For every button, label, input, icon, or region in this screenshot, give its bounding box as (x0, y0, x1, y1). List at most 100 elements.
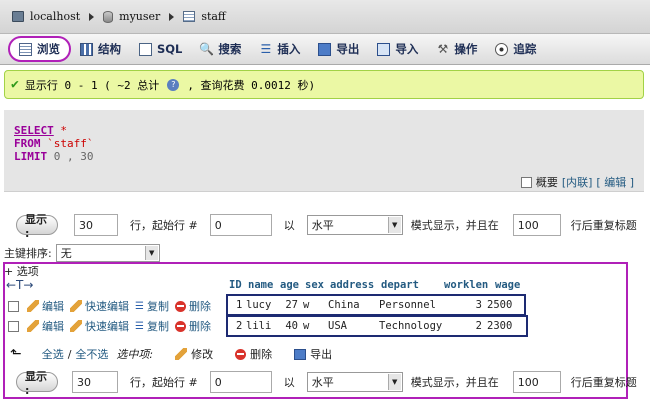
repeat-header-label: 行后重复标题 (570, 376, 637, 389)
mode-select[interactable]: 水平 ▼ (306, 215, 403, 235)
tab-import[interactable]: 导入 (368, 38, 427, 60)
row-checkbox[interactable] (8, 300, 19, 312)
tab-tracking[interactable]: 追踪 (486, 38, 545, 60)
bulk-export-button[interactable]: 导出 (294, 346, 332, 362)
column-header-sex[interactable]: sex (305, 279, 330, 291)
breadcrumb-server[interactable]: localhost (12, 10, 80, 23)
tab-browse[interactable]: 浏览 (8, 36, 71, 62)
cell-age: 40 (285, 320, 298, 332)
sql-code: SELECT * FROM `staff` LIMIT 0 , 30 (14, 124, 93, 163)
rows-input[interactable]: 30 (72, 371, 118, 393)
rows-input[interactable]: 30 (74, 214, 118, 236)
edit-row-label[interactable]: 编辑 (42, 318, 64, 334)
delete-row-button[interactable]: 删除 (174, 298, 211, 314)
cell-address: USA (328, 320, 347, 332)
sort-select[interactable]: 无 ▼ (55, 244, 160, 262)
tab-search[interactable]: 🔍 搜索 (191, 38, 250, 60)
copy-icon: ☰ (135, 320, 144, 332)
copy-row-label[interactable]: 复制 (147, 298, 169, 314)
quick-edit-label[interactable]: 快速编辑 (85, 298, 129, 314)
sql-table-name: `staff` (40, 137, 94, 150)
tab-export[interactable]: 导出 (309, 38, 368, 60)
cell-wage: 2300 (487, 320, 513, 332)
start-row-input[interactable]: 0 (209, 214, 272, 236)
cell-address: China (328, 299, 360, 311)
show-button[interactable]: 显示 : (16, 213, 58, 240)
column-arrows-icon[interactable]: ←T→ (6, 278, 33, 292)
search-icon: 🔍 (199, 42, 215, 56)
copy-row-label[interactable]: 复制 (147, 318, 169, 334)
breadcrumb-database-label[interactable]: myuser (119, 10, 160, 23)
column-header-wage[interactable]: wage (495, 279, 525, 291)
rows-label: 行，起始行 # (130, 219, 198, 232)
mode-select[interactable]: 水平 ▼ (306, 372, 403, 392)
row-data-highlight: 1 lucy 27 w China Personnel 3 2500 (226, 294, 526, 316)
quick-edit-row-button[interactable]: 快速编辑 (70, 318, 129, 334)
edit-row-button[interactable]: 编辑 (27, 298, 64, 314)
structure-icon (80, 42, 93, 56)
bulk-export-label[interactable]: 导出 (310, 346, 332, 362)
tab-search-label: 搜索 (218, 42, 242, 56)
cell-depart: Personnel (379, 299, 436, 311)
uncheck-all-link[interactable]: 全不选 (75, 346, 108, 362)
start-row-input[interactable]: 0 (209, 371, 272, 393)
repeat-header-input[interactable]: 100 (512, 371, 561, 393)
column-header-id[interactable]: ID (229, 279, 248, 291)
cell-wage: 2500 (487, 299, 513, 311)
pencil-icon (70, 320, 82, 332)
delete-row-label[interactable]: 删除 (189, 298, 211, 314)
bulk-change-button[interactable]: 修改 (175, 346, 213, 362)
breadcrumb-table[interactable]: staff (183, 10, 226, 23)
column-header-address[interactable]: address (330, 279, 381, 291)
inline-edit-link[interactable]: [内联] (562, 174, 593, 190)
mode-select-value: 水平 (311, 219, 334, 232)
sql-limit-args: 0 , 30 (47, 150, 94, 163)
delete-row-button[interactable]: 删除 (174, 318, 211, 334)
tab-sql[interactable]: SQL (130, 38, 191, 60)
cell-name: lili (246, 320, 272, 332)
bulk-delete-button[interactable]: 删除 (235, 346, 272, 362)
message-suffix: , 查询花费 0.0012 秒) (187, 78, 316, 92)
column-header-name[interactable]: name (248, 279, 280, 291)
breadcrumb-table-label[interactable]: staff (201, 10, 225, 23)
column-header-worklen[interactable]: worklen (444, 279, 495, 291)
table-row: 编辑 快速编辑 ☰ 复制 删除 (8, 296, 217, 316)
help-icon[interactable]: ? (167, 78, 180, 91)
sort-select-value: 无 (60, 247, 72, 260)
pencil-icon (27, 300, 39, 312)
options-link[interactable]: + 选项 (4, 263, 39, 279)
copy-row-button[interactable]: ☰ 复制 (135, 318, 169, 334)
bulk-delete-label[interactable]: 删除 (250, 346, 272, 362)
edit-row-label[interactable]: 编辑 (42, 298, 64, 314)
show-button[interactable]: 显示 : (16, 370, 58, 397)
mode-label: 以 (283, 219, 295, 232)
server-icon (12, 11, 24, 22)
repeat-header-input[interactable]: 100 (512, 214, 561, 236)
profile-checkbox[interactable] (520, 176, 532, 188)
row-checkbox[interactable] (8, 320, 19, 332)
column-header-age[interactable]: age (280, 279, 305, 291)
delete-row-label[interactable]: 删除 (189, 318, 211, 334)
column-header-depart[interactable]: depart (381, 279, 444, 291)
copy-row-button[interactable]: ☰ 复制 (135, 298, 169, 314)
tab-insert[interactable]: ☰ 插入 (250, 38, 309, 60)
pencil-icon (175, 348, 188, 360)
quick-edit-row-button[interactable]: 快速编辑 (70, 298, 129, 314)
sql-select-keyword[interactable]: SELECT (14, 124, 54, 137)
cell-sex: w (303, 299, 310, 311)
cell-depart: Technology (379, 320, 443, 332)
tab-structure[interactable]: 结构 (71, 38, 130, 60)
breadcrumb-database[interactable]: myuser (103, 10, 160, 23)
quick-edit-label[interactable]: 快速编辑 (85, 318, 129, 334)
tab-operations[interactable]: ⚒ 操作 (427, 38, 486, 60)
check-all-link[interactable]: 全选 (42, 346, 64, 362)
with-selected-label: 选中项: (116, 348, 154, 361)
profile-label: 概要 (535, 176, 558, 189)
bulk-change-label[interactable]: 修改 (191, 346, 213, 362)
edit-row-button[interactable]: 编辑 (27, 318, 64, 334)
arrow-up-icon: ⬑ (10, 346, 22, 362)
edit-query-link[interactable]: [ 编辑 ] (596, 174, 634, 190)
tab-bar: 浏览 结构 SQL 🔍 搜索 ☰ 插入 导出 导入 ⚒ 操作 追踪 (0, 34, 650, 65)
bulk-separator: / (67, 347, 72, 361)
breadcrumb-server-label[interactable]: localhost (30, 10, 80, 23)
